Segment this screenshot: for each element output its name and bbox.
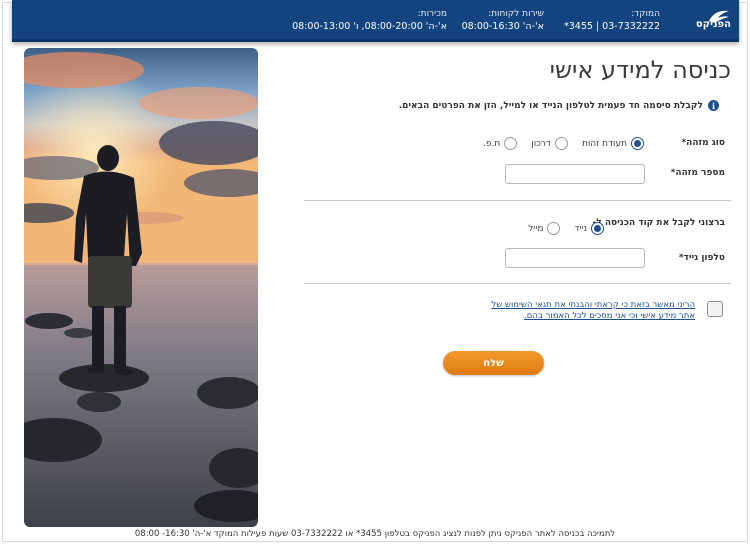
radio-id-card[interactable]	[631, 137, 644, 150]
radio-label-company-id: ח.פ.	[483, 138, 501, 149]
sales-info: מכירות: א'-ה' 08:00-20:00, ו' 08:00-13:0…	[292, 8, 447, 33]
delivery-radio-group: נייד מייל	[514, 222, 604, 235]
info-icon: i	[708, 100, 719, 111]
radio-passport[interactable]	[554, 137, 568, 150]
mobile-phone-input[interactable]	[505, 248, 645, 268]
radio-label-email: מייל	[528, 223, 544, 234]
hotline-value: 03-7332222 | 3455*	[563, 21, 660, 32]
sales-hours: א'-ה' 08:00-20:00, ו' 08:00-13:00	[292, 21, 447, 32]
customer-service-label: שירות לקוחות:	[488, 9, 544, 19]
hero-photo	[24, 48, 258, 527]
submit-button[interactable]: שלח	[443, 351, 544, 375]
page-title: כניסה למידע אישי	[549, 56, 731, 84]
terms-of-use-link[interactable]: הריני מאשר בזאת כי קראתי והבנתי את תנאי …	[485, 300, 695, 322]
section-divider	[304, 283, 731, 284]
radio-option-passport[interactable]: דרכון	[531, 137, 568, 150]
mobile-phone-label: טלפון נייד*	[678, 253, 725, 263]
id-type-radio-group: תעודת זהות דרכון ח.פ.	[469, 137, 644, 150]
login-form: כניסה למידע אישי i לקבלת סיסמה חד פעמית …	[290, 48, 740, 448]
radio-option-company-id[interactable]: ח.פ.	[483, 137, 518, 150]
radio-email[interactable]	[547, 222, 561, 235]
terms-checkbox[interactable]	[707, 301, 723, 317]
top-header-bar: הפניקס המוקד: 03-7332222 | 3455* שירות ל…	[12, 0, 739, 42]
logo-text: הפניקס	[695, 19, 731, 30]
info-text: לקבלת סיסמה חד פעמית לטלפון הנייד או למי…	[398, 100, 703, 111]
sales-label: מכירות:	[417, 9, 447, 19]
delivery-method-label: ברצוני לקבל את קוד הכניסה ל-	[592, 218, 725, 228]
phoenix-logo[interactable]: הפניקס	[679, 9, 731, 33]
customer-service-info: שירות לקוחות: א'-ה' 08:00-16:30	[462, 8, 544, 33]
hotline-label: המוקד:	[631, 9, 660, 19]
radio-label-mobile: נייד	[574, 223, 587, 234]
radio-company-id[interactable]	[504, 137, 518, 150]
info-message: i לקבלת סיסמה חד פעמית לטלפון הנייד או ל…	[399, 100, 719, 111]
customer-service-hours: א'-ה' 08:00-16:30	[461, 21, 544, 32]
radio-label-id-card: תעודת זהות	[581, 138, 627, 149]
id-number-input[interactable]	[505, 164, 645, 184]
radio-mobile[interactable]	[591, 222, 604, 235]
radio-option-id-card[interactable]: תעודת זהות	[582, 137, 644, 150]
section-divider	[304, 200, 731, 201]
support-footer-text: לתמיכה בכניסה לאתר הפניקס ניתן לפנות לנצ…	[134, 529, 616, 539]
id-number-label: מספר מזהה*	[670, 168, 725, 178]
radio-option-email[interactable]: מייל	[528, 222, 561, 235]
radio-label-passport: דרכון	[531, 138, 551, 149]
id-type-label: סוג מזהה*	[681, 138, 725, 148]
hotline-info: המוקד: 03-7332222 | 3455*	[564, 8, 660, 33]
radio-option-mobile[interactable]: נייד	[574, 222, 604, 235]
